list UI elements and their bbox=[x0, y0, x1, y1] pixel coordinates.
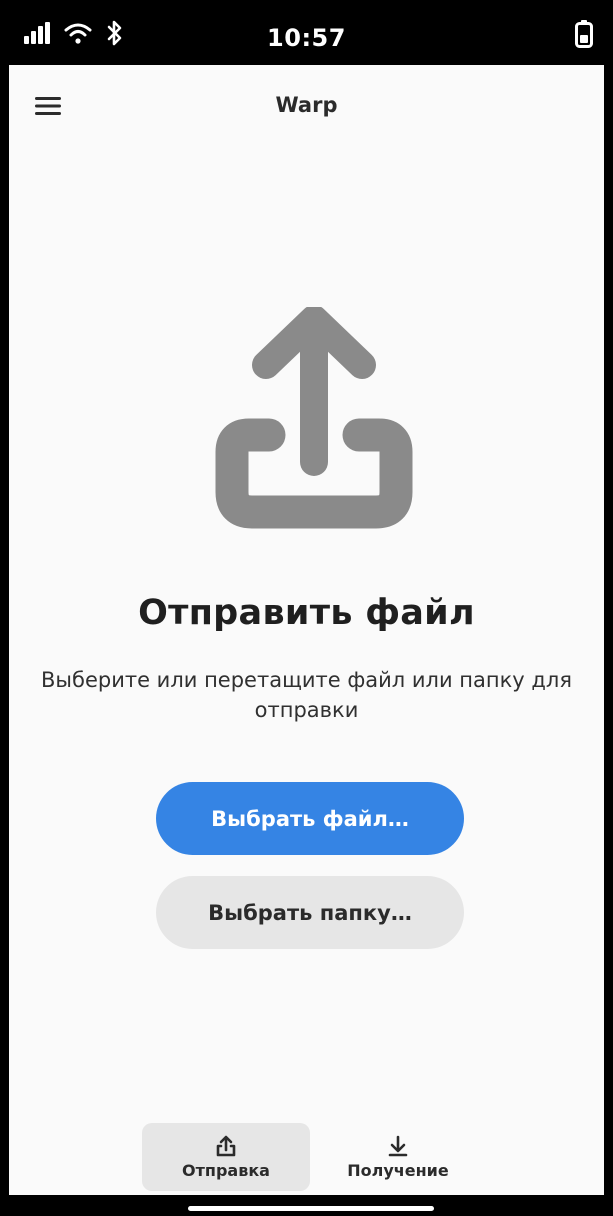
page-heading: Отправить файл bbox=[138, 593, 475, 633]
choose-file-button[interactable]: Выбрать файл… bbox=[156, 782, 464, 855]
tab-send[interactable]: Отправка bbox=[142, 1123, 310, 1191]
tab-receive[interactable]: Получение bbox=[314, 1123, 482, 1191]
share-upload-icon bbox=[215, 307, 413, 529]
phone-screen: 10:57 Warp Отправить файл Выберите или п… bbox=[0, 0, 613, 1216]
tab-receive-label: Получение bbox=[347, 1160, 449, 1180]
bottom-tab-bar: Отправка Получение bbox=[9, 1123, 604, 1195]
status-bar: 10:57 bbox=[0, 0, 613, 65]
page-description: Выберите или перетащите файл или папку д… bbox=[41, 668, 572, 722]
home-indicator[interactable] bbox=[188, 1206, 434, 1211]
download-icon bbox=[388, 1135, 408, 1156]
choose-folder-button[interactable]: Выбрать папку… bbox=[156, 876, 464, 949]
header-bar: Warp bbox=[9, 65, 604, 145]
app-title: Warp bbox=[275, 93, 338, 117]
app-window: Warp Отправить файл Выберите или перетащ… bbox=[9, 65, 604, 1195]
tab-send-label: Отправка bbox=[182, 1160, 270, 1180]
upload-icon bbox=[216, 1135, 236, 1156]
status-time: 10:57 bbox=[267, 24, 346, 52]
battery-icon bbox=[575, 20, 593, 52]
